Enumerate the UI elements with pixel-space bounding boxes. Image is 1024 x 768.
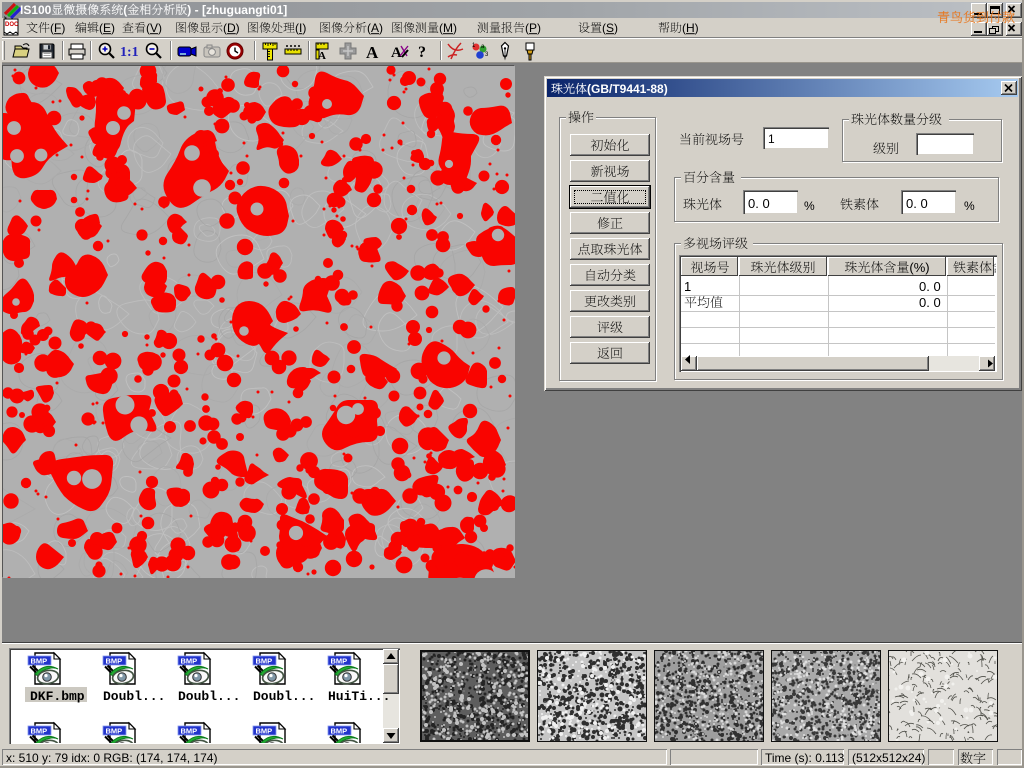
svg-text:(: ( [123,3,127,17]
svg-text:A: A [391,45,402,61]
svg-text:(%): (%) [909,260,929,275]
svg-text:0. 0: 0. 0 [919,279,941,294]
svg-text:DKF.bmp: DKF.bmp [30,689,85,704]
svg-text:DOC: DOC [5,22,19,28]
svg-text:1:1: 1:1 [120,45,139,60]
svg-text:Doubl...: Doubl... [103,689,165,704]
svg-text:(F): (F) [50,21,65,35]
svg-text:) - [zhuguangti01]: ) - [zhuguangti01] [187,3,287,17]
svg-text:1: 1 [768,132,775,146]
svg-text:0. 0: 0. 0 [748,196,770,211]
svg-text:%: % [804,199,815,213]
svg-text:%: % [964,199,975,213]
svg-text:(GB/T9441-88): (GB/T9441-88) [587,82,668,96]
svg-text:x: 510 y: 79 idx: 0 RGB: (174,: x: 510 y: 79 idx: 0 RGB: (174, 174, 174) [6,751,217,765]
svg-text:(D): (D) [223,21,240,35]
svg-text:(512x512x24): (512x512x24) [852,751,925,765]
svg-text:0. 0: 0. 0 [919,295,941,310]
svg-text:Doubl...: Doubl... [253,689,315,704]
svg-text:(H): (H) [682,21,699,35]
svg-text:(A): (A) [367,21,383,35]
svg-text:0. 0: 0. 0 [906,196,928,211]
svg-text:A: A [366,43,379,62]
svg-text:(P): (P) [525,21,541,35]
svg-text:3: 3 [485,52,489,58]
svg-text:Time (s): 0.113: Time (s): 0.113 [765,751,845,765]
svg-text:(M): (M) [439,21,457,35]
svg-text:(V): (V) [146,21,162,35]
svg-text:Doubl...: Doubl... [178,689,240,704]
svg-text:(S): (S) [602,21,618,35]
svg-text:(E): (E) [99,21,115,35]
svg-text:IS100: IS100 [20,3,52,17]
svg-text:(I): (I) [295,21,306,35]
svg-text:HuiTi...: HuiTi... [328,689,390,704]
svg-text:?: ? [418,44,426,61]
svg-text:1: 1 [684,279,691,294]
